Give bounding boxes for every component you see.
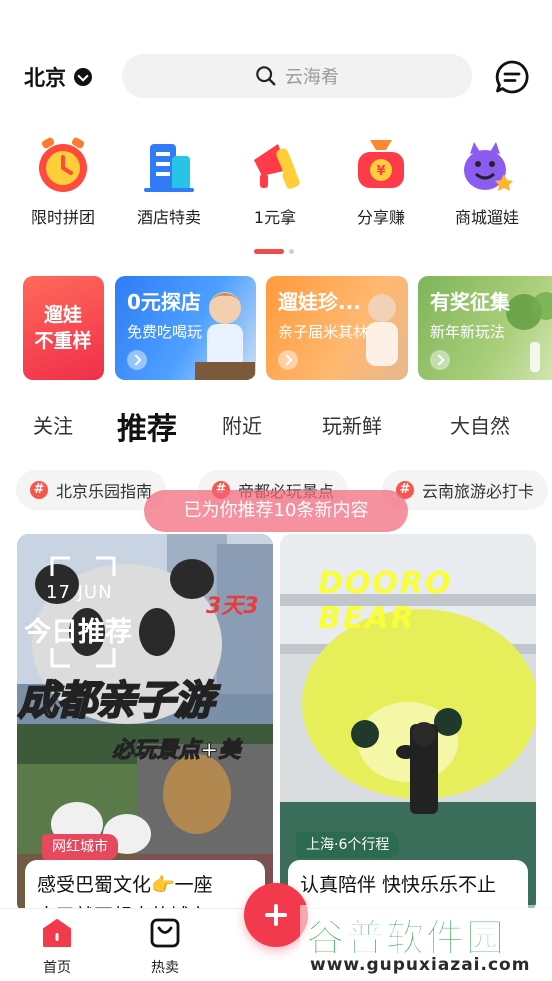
top-bar: 北京 云海肴 — [0, 46, 552, 106]
card-text-panel: 感受巴蜀文化👉一座 来了就不想走的城市 — [25, 860, 265, 914]
message-icon[interactable] — [494, 59, 530, 95]
chevron-down-icon — [74, 68, 92, 86]
carousel-dot-active — [254, 248, 284, 254]
city-selector[interactable]: 北京 — [24, 62, 92, 92]
search-icon — [256, 66, 276, 86]
home-icon — [43, 919, 71, 947]
card-tag: 上海·6个行程 — [296, 832, 400, 858]
watermark-title: 谷普软件园 — [305, 916, 507, 961]
publish-plus-button[interactable] — [244, 883, 308, 947]
search-bar[interactable]: 云海肴 — [122, 54, 472, 98]
quick-entry-one-yuan[interactable]: 1元拿 — [230, 134, 320, 228]
banner-title: 遛娃 不重样 — [34, 304, 92, 352]
trees-photo-image — [506, 292, 552, 372]
card-overlay-date: 17 JUN — [46, 582, 113, 603]
tab-follow[interactable]: 关注 — [33, 410, 73, 439]
watermark-url: www.gupuxiazai.com — [310, 955, 531, 975]
banner-prize-collection[interactable]: 有奖征集 新年新玩法 — [418, 276, 552, 380]
tab-nature[interactable]: 大自然 — [450, 410, 510, 439]
quick-entry-share-earn[interactable]: ¥ 分享赚 — [336, 134, 426, 228]
quick-entry-hotel[interactable]: 酒店特卖 — [124, 134, 214, 228]
banner-title: 0元探店 — [127, 290, 201, 314]
chevron-right-icon — [278, 350, 298, 370]
chip-label: 云南旅游必打卡 — [422, 482, 535, 501]
quick-entry-grid: 限时拼团 酒店特卖 1元拿 ¥ 分享赚 商城遛娃 — [0, 134, 552, 234]
quick-entry-mall-kids[interactable]: 商城遛娃 — [442, 134, 532, 228]
card-overlay-brand: DOORO BEAR — [318, 566, 453, 636]
quick-entry-label: 1元拿 — [253, 208, 297, 227]
banner-title: 有奖征集 — [430, 290, 510, 314]
alarm-clock-icon — [39, 137, 87, 192]
topic-chip[interactable]: # 北京乐园指南 — [16, 470, 167, 510]
quick-entry-label: 分享赚 — [356, 208, 405, 227]
chevron-right-icon — [430, 350, 450, 370]
carousel-indicator — [254, 248, 294, 254]
card-tag: 网红城市 — [42, 834, 118, 860]
tab-nearby[interactable]: 附近 — [222, 410, 262, 439]
card-overlay-days: 3天3 — [206, 594, 259, 619]
svg-text:¥: ¥ — [376, 164, 385, 179]
tab-new-fun[interactable]: 玩新鲜 — [322, 410, 382, 439]
card-title: 认真陪伴 快快乐乐不止 — [300, 874, 497, 896]
banner-kids-gems[interactable]: 遛娃珍... 亲子届米其林 — [266, 276, 408, 380]
hashtag-icon: # — [30, 481, 48, 499]
banner-subtitle: 新年新玩法 — [430, 323, 506, 341]
site-watermark: 谷普软件园 www.gupuxiazai.com — [300, 905, 552, 981]
banner-no-repeat[interactable]: 遛娃 不重样 — [23, 276, 104, 380]
feed-tabs: 关注 推荐 附近 玩新鲜 大自然 — [0, 400, 552, 450]
nav-label: 首页 — [43, 960, 71, 976]
money-bag-icon: ¥ — [358, 140, 404, 188]
banner-free-visit[interactable]: 0元探店 免费吃喝玩 — [115, 276, 256, 380]
child-photo-image — [195, 292, 255, 380]
tab-recommend[interactable]: 推荐 — [117, 404, 177, 448]
card-overlay-headline: 成都亲子游 — [17, 677, 215, 725]
card-overlay-label: 今日推荐 — [24, 617, 132, 648]
quick-entry-group-buy[interactable]: 限时拼团 — [18, 134, 108, 228]
carousel-dot — [289, 248, 294, 254]
quick-entry-label: 限时拼团 — [30, 208, 95, 227]
city-label: 北京 — [24, 66, 66, 90]
hotel-building-icon — [144, 144, 194, 192]
promo-banner-row: 遛娃 不重样 0元探店 免费吃喝玩 遛娃珍... 亲子届米其林 有奖征集 新年新… — [0, 276, 552, 382]
shopping-bag-icon — [150, 918, 180, 948]
purple-monster-icon — [464, 142, 513, 191]
megaphone-icon — [254, 144, 300, 189]
nav-hot-sale[interactable]: 热卖 — [135, 917, 195, 977]
card-title: 感受巴蜀文化👉一座 — [37, 874, 213, 896]
tab-label: 推荐 — [117, 412, 177, 447]
nav-home[interactable]: 首页 — [27, 917, 87, 977]
card-overlay-subline: 必玩景点+美 — [111, 738, 241, 764]
chip-label: 北京乐园指南 — [56, 482, 153, 501]
chevron-right-icon — [127, 350, 147, 370]
search-placeholder: 云海肴 — [285, 67, 339, 88]
banner-subtitle: 亲子届米其林 — [278, 323, 369, 341]
refresh-toast: 已为你推荐10条新内容 — [144, 490, 408, 532]
nav-label: 热卖 — [151, 960, 179, 976]
banner-subtitle: 免费吃喝玩 — [127, 323, 203, 341]
quick-entry-label: 酒店特卖 — [136, 208, 201, 227]
banner-title: 遛娃珍... — [278, 290, 361, 314]
quick-entry-label: 商城遛娃 — [454, 208, 519, 227]
